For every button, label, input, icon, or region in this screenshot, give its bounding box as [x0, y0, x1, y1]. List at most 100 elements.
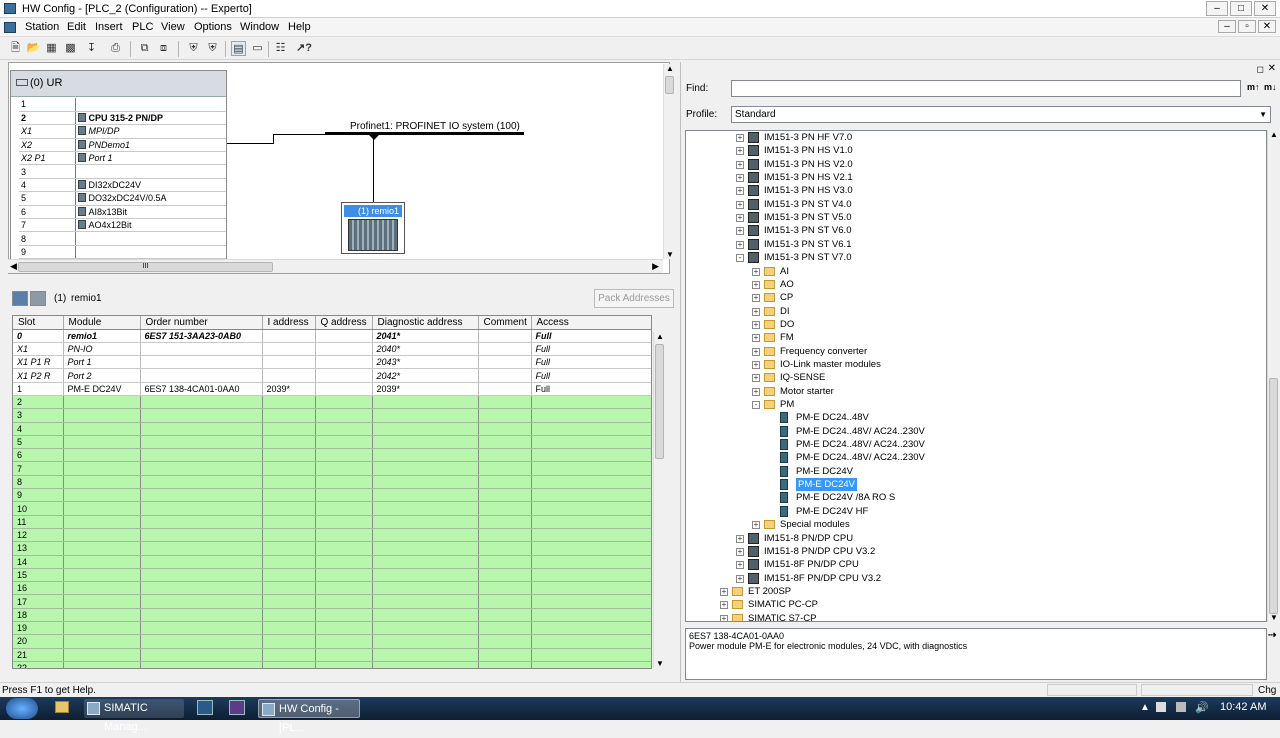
rack-module[interactable]: MPI/DP — [75, 124, 226, 139]
table-cell-comment[interactable] — [478, 608, 532, 623]
save-compile-icon[interactable]: ▩ — [63, 41, 78, 56]
table-cell-i[interactable] — [262, 555, 316, 569]
table-cell-diag[interactable] — [372, 568, 479, 583]
tree-node[interactable]: + IO-Link master modules — [686, 358, 1256, 371]
collapse-icon[interactable]: - — [736, 254, 744, 263]
download-icon[interactable]: ↧ — [84, 41, 99, 56]
table-cell-comment[interactable] — [478, 342, 532, 357]
table-cell-diag[interactable] — [372, 435, 479, 450]
table-cell-order[interactable] — [140, 594, 263, 609]
close-button[interactable]: ✕ — [1254, 1, 1276, 16]
table-cell-access[interactable]: Full — [531, 329, 651, 343]
rack-row[interactable]: 7 AO4x12Bit — [19, 218, 226, 233]
rack-row[interactable]: X2 P1 Port 1 — [19, 151, 226, 166]
column-header[interactable]: I address — [262, 316, 316, 330]
rack-row[interactable]: 1 — [19, 98, 226, 112]
table-cell-q[interactable] — [315, 395, 373, 410]
menu-view[interactable]: View — [161, 21, 185, 33]
new-icon[interactable]: 🗎 — [8, 41, 23, 56]
detail-vscrollbar[interactable]: ▲ ▼ — [653, 332, 665, 668]
expand-icon[interactable]: + — [736, 561, 744, 570]
rack-module[interactable] — [75, 245, 226, 259]
copy-icon[interactable]: ⧉ — [137, 41, 152, 56]
expand-icon[interactable]: + — [752, 347, 760, 356]
pack-addresses-button[interactable]: Pack Addresses — [594, 289, 674, 308]
table-cell-access[interactable] — [531, 594, 651, 609]
explorer-icon[interactable] — [55, 701, 69, 713]
table-cell-q[interactable] — [315, 435, 373, 450]
table-cell-i[interactable] — [262, 541, 316, 556]
catalog-restore-icon[interactable]: ◻ — [1257, 64, 1264, 75]
tree-node[interactable]: PM-E DC24..48V/ AC24..230V — [686, 451, 1256, 464]
table-cell-diag[interactable]: 2043* — [372, 355, 479, 370]
table-cell-q[interactable] — [315, 382, 373, 396]
table-cell-comment[interactable] — [478, 634, 532, 649]
table-cell-module[interactable]: PM-E DC24V — [63, 382, 141, 396]
table-cell-access[interactable]: Full — [531, 355, 651, 370]
tia-icon[interactable] — [197, 700, 213, 715]
table-cell-module[interactable]: Port 1 — [63, 355, 141, 370]
tree-node[interactable]: PM-E DC24..48V — [686, 411, 1256, 424]
volume-icon[interactable]: 🔊 — [1195, 701, 1209, 714]
table-cell-comment[interactable] — [478, 422, 532, 436]
expand-icon[interactable]: + — [736, 547, 744, 556]
expand-icon[interactable]: + — [752, 307, 760, 316]
table-cell-q[interactable] — [315, 408, 373, 423]
table-row[interactable]: X1 PN-IO 2040* Full — [13, 342, 651, 357]
menu-window[interactable]: Window — [240, 21, 279, 33]
table-cell-slot[interactable]: 20 — [13, 634, 64, 649]
table-cell-diag[interactable] — [372, 448, 479, 463]
empty-slot-row[interactable]: 11 — [13, 515, 651, 529]
tree-node[interactable]: PM-E DC24V /8A RO S — [686, 491, 1256, 504]
table-cell-comment[interactable] — [478, 515, 532, 529]
table-cell-access[interactable] — [531, 422, 651, 436]
table-cell-comment[interactable] — [478, 555, 532, 569]
table-cell-diag[interactable] — [372, 475, 479, 490]
tree-node[interactable]: PM-E DC24..48V/ AC24..230V — [686, 438, 1256, 451]
table-cell-slot[interactable]: 5 — [13, 435, 64, 450]
catalog-vscrollbar[interactable]: ▲ ▼ — [1267, 130, 1279, 622]
table-cell-i[interactable]: 2039* — [262, 382, 316, 396]
hscroll-thumb[interactable]: III — [18, 262, 273, 272]
empty-slot-row[interactable]: 7 — [13, 461, 651, 476]
table-cell-q[interactable] — [315, 621, 373, 636]
rack-module[interactable]: DI32xDC24V — [75, 178, 226, 193]
table-cell-diag[interactable]: 2042* — [372, 368, 479, 383]
table-cell-order[interactable] — [140, 621, 263, 636]
tree-node[interactable]: + IM151-3 PN ST V6.1 — [686, 238, 1256, 251]
table-cell-q[interactable] — [315, 541, 373, 556]
help-icon[interactable]: ↗? — [296, 41, 312, 56]
table-cell-diag[interactable] — [372, 515, 479, 529]
expand-icon[interactable]: + — [720, 601, 728, 610]
empty-slot-row[interactable]: 2 — [13, 395, 651, 410]
empty-slot-row[interactable]: 4 — [13, 422, 651, 436]
table-cell-module[interactable] — [63, 581, 141, 596]
table-cell-comment[interactable] — [478, 528, 532, 543]
tree-node[interactable]: + IM151-8 PN/DP CPU — [686, 532, 1256, 545]
tree-node[interactable]: + IM151-3 PN HF V7.0 — [686, 131, 1256, 144]
table-cell-diag[interactable] — [372, 395, 479, 410]
table-cell-i[interactable] — [262, 461, 316, 476]
table-cell-diag[interactable] — [372, 661, 479, 668]
tree-node[interactable]: + SIMATIC PC-CP — [686, 598, 1256, 611]
table-cell-i[interactable] — [262, 488, 316, 503]
table-cell-slot[interactable]: 11 — [13, 515, 64, 529]
find-down-icon[interactable]: m↓ — [1264, 82, 1277, 92]
table-cell-order[interactable] — [140, 568, 263, 583]
table-cell-slot[interactable]: 1 — [13, 382, 64, 396]
tree-node[interactable]: + ET 200SP — [686, 585, 1256, 598]
menu-insert[interactable]: Insert — [95, 21, 123, 33]
table-cell-access[interactable] — [531, 581, 651, 596]
rack-row[interactable]: 3 — [19, 164, 226, 179]
table-cell-diag[interactable]: 2039* — [372, 382, 479, 396]
table-cell-slot[interactable]: 10 — [13, 501, 64, 516]
tree-node[interactable]: + IM151-3 PN ST V6.0 — [686, 224, 1256, 237]
table-cell-i[interactable] — [262, 661, 316, 668]
tree-node[interactable]: + AO — [686, 278, 1256, 291]
table-cell-access[interactable] — [531, 568, 651, 583]
table-cell-comment[interactable] — [478, 501, 532, 516]
menu-station[interactable]: Station — [25, 21, 59, 33]
expand-icon[interactable]: + — [736, 147, 744, 156]
tree-node[interactable]: + Motor starter — [686, 385, 1256, 398]
table-cell-comment[interactable] — [478, 329, 532, 343]
